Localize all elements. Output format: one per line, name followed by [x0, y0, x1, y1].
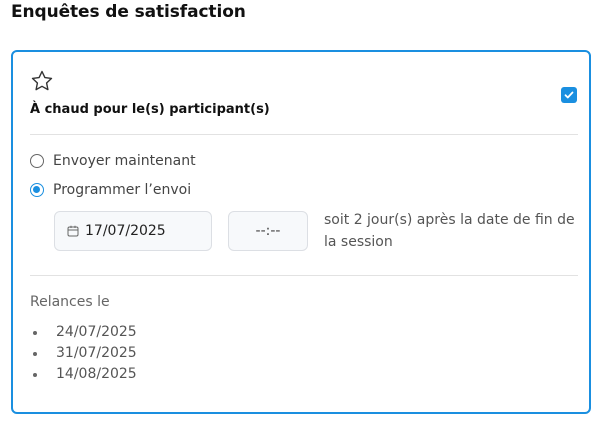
- radio-button[interactable]: [30, 183, 44, 197]
- offset-text: soit 2 jour(s) après la date de fin de l…: [324, 212, 575, 250]
- date-value: 17/07/2025: [85, 223, 166, 239]
- radio-send-now[interactable]: Envoyer maintenant: [30, 153, 196, 169]
- reminder-date: 24/07/2025: [56, 324, 137, 340]
- bullet: [33, 351, 37, 356]
- enable-checkbox[interactable]: [561, 87, 577, 103]
- date-input[interactable]: 17/07/2025: [54, 211, 212, 251]
- card-title: À chaud pour le(s) participant(s): [30, 102, 270, 117]
- survey-card: À chaud pour le(s) participant(s) Envoye…: [11, 50, 591, 414]
- radio-schedule[interactable]: Programmer l’envoi: [30, 182, 191, 198]
- page-title: Enquêtes de satisfaction: [11, 2, 246, 22]
- time-input[interactable]: --:--: [228, 211, 308, 251]
- reminder-list: 24/07/2025 31/07/2025 14/08/2025: [33, 322, 137, 385]
- radio-label: Programmer l’envoi: [53, 182, 192, 198]
- list-item: 14/08/2025: [33, 364, 137, 385]
- bullet: [33, 372, 37, 377]
- bullet: [33, 330, 37, 335]
- radio-button[interactable]: [30, 154, 44, 168]
- list-item: 24/07/2025: [33, 322, 137, 343]
- radio-label: Envoyer maintenant: [53, 153, 196, 169]
- divider: [30, 134, 578, 135]
- relances-label: Relances le: [30, 294, 110, 310]
- reminder-date: 31/07/2025: [56, 345, 137, 361]
- divider: [30, 275, 578, 276]
- reminder-date: 14/08/2025: [56, 366, 137, 382]
- list-item: 31/07/2025: [33, 343, 137, 364]
- star-icon: [30, 69, 54, 93]
- calendar-icon: [67, 225, 79, 237]
- check-icon: [564, 91, 574, 99]
